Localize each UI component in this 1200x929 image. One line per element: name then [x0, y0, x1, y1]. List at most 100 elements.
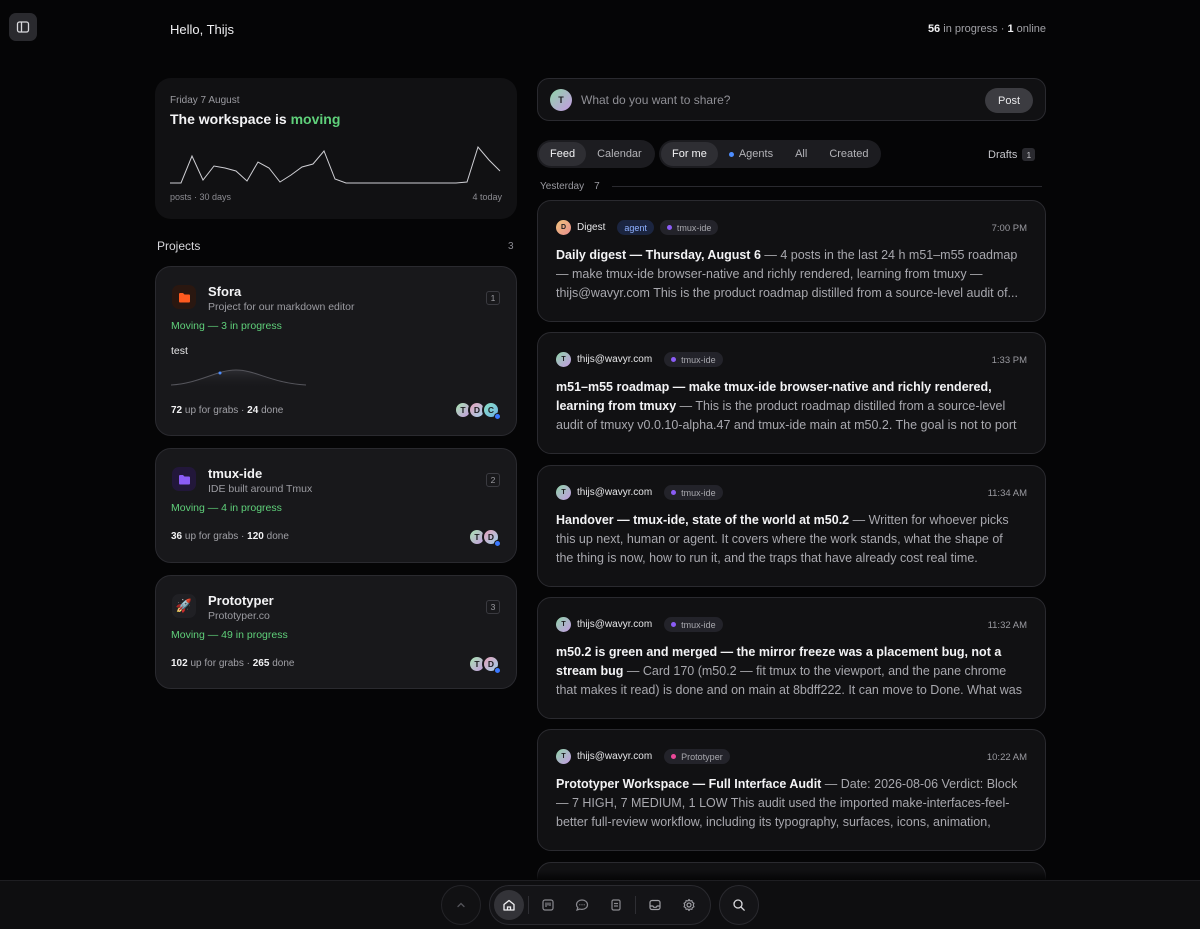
project-activity-curve: [171, 369, 306, 389]
avatar: T: [556, 485, 571, 500]
avatar: D: [482, 528, 501, 547]
project-tag[interactable]: tmux-ide: [664, 352, 723, 367]
feed-post[interactable]: T thijs@wavyr.com tmux-ide 11:32 AM m50.…: [537, 597, 1046, 719]
chevron-up-icon: [457, 902, 465, 908]
project-stats: 36 up for grabs · 120 done: [171, 531, 289, 542]
avatar: T: [556, 749, 571, 764]
project-members[interactable]: T D: [468, 655, 501, 674]
dock-inbox[interactable]: [640, 890, 670, 920]
filter-agents[interactable]: Agents: [718, 142, 784, 166]
project-name: Sfora: [208, 284, 242, 299]
project-tag[interactable]: Prototyper: [664, 749, 730, 764]
home-icon: [503, 899, 515, 911]
post-time: 7:00 PM: [991, 223, 1027, 234]
divider: [612, 186, 1042, 187]
avatar: T: [550, 89, 572, 111]
avatar: D: [482, 655, 501, 674]
greeting: Hello, Thijs: [170, 22, 235, 37]
project-note: test: [171, 345, 188, 357]
dock-board[interactable]: [533, 890, 563, 920]
post-time: 10:22 AM: [986, 752, 1027, 763]
post-composer[interactable]: T What do you want to share? Post: [537, 78, 1046, 121]
filter-for-me[interactable]: For me: [661, 142, 718, 166]
post-author: thijs@wavyr.com: [577, 487, 653, 498]
post-time: 1:33 PM: [991, 355, 1027, 366]
project-description: Prototyper.co: [208, 610, 270, 622]
projects-heading: Projects: [157, 239, 201, 253]
avatar: T: [556, 617, 571, 632]
project-status: Moving — 4 in progress: [171, 502, 282, 514]
avatar: T: [556, 352, 571, 367]
post-author: thijs@wavyr.com: [577, 354, 653, 365]
post-time: 11:34 AM: [987, 488, 1027, 499]
project-stats: 102 up for grabs · 265 done: [171, 658, 295, 669]
project-description: Project for our markdown editor: [208, 301, 355, 313]
dock-chat[interactable]: [567, 890, 597, 920]
view-switcher: Feed Calendar: [537, 140, 655, 168]
activity-card: Friday 7 August The workspace is moving …: [155, 78, 517, 219]
post-body: Prototyper Workspace — Full Interface Au…: [556, 777, 1018, 829]
project-tag[interactable]: tmux-ide: [659, 220, 719, 235]
search-icon: [733, 899, 745, 911]
activity-today: 4 today: [472, 192, 502, 202]
tab-feed[interactable]: Feed: [539, 142, 587, 166]
project-card-prototyper[interactable]: 🚀 Prototyper Prototyper.co 3 Moving — 49…: [155, 575, 517, 689]
feed-post[interactable]: T thijs@wavyr.com Prototyper 10:22 AM Pr…: [537, 729, 1046, 851]
project-tag[interactable]: tmux-ide: [664, 617, 723, 632]
share-input[interactable]: What do you want to share?: [581, 93, 730, 107]
agent-badge: agent: [617, 220, 654, 235]
post-author: thijs@wavyr.com: [577, 619, 653, 630]
project-index-badge: 3: [486, 600, 500, 614]
feed-post[interactable]: T thijs@wavyr.com tmux-ide 11:34 AM Hand…: [537, 465, 1046, 587]
project-members[interactable]: T D: [468, 528, 501, 547]
post-body: m51–m55 roadmap — make tmux-ide browser-…: [556, 380, 1017, 432]
scroll-up-button[interactable]: [441, 885, 481, 925]
divider: [528, 896, 529, 914]
divider: [635, 896, 636, 914]
drafts-button[interactable]: Drafts 1: [988, 148, 1036, 161]
project-description: IDE built around Tmux: [208, 483, 313, 495]
workspace-status: 56 in progress · 1 online: [927, 23, 1046, 35]
settings-icon: [683, 898, 695, 912]
sidebar-icon: [16, 21, 30, 33]
scope-filter: For me Agents All Created: [659, 140, 882, 168]
project-status: Moving — 49 in progress: [171, 629, 288, 641]
post-body: Handover — tmux-ide, state of the world …: [556, 513, 1009, 565]
project-card-tmux-ide[interactable]: tmux-ide IDE built around Tmux 2 Moving …: [155, 448, 517, 563]
dock-home[interactable]: [494, 890, 524, 920]
filter-created[interactable]: Created: [818, 142, 879, 166]
inbox-icon: [649, 899, 661, 911]
post-body: Daily digest — Thursday, August 6 — 4 po…: [556, 248, 1018, 300]
feed-post[interactable]: D Digest agent tmux-ide 7:00 PM Daily di…: [537, 200, 1046, 322]
projects-count: 3: [508, 241, 514, 252]
dock-notes[interactable]: [601, 890, 631, 920]
scroll-fade: [0, 870, 1200, 880]
project-dot-icon: [671, 622, 677, 627]
project-members[interactable]: T D C: [454, 401, 501, 420]
search-button[interactable]: [719, 885, 759, 925]
tab-calendar[interactable]: Calendar: [586, 142, 653, 166]
chat-icon: [575, 899, 589, 911]
project-dot-icon: [666, 225, 672, 230]
notes-icon: [611, 899, 621, 911]
activity-range: posts · 30 days: [170, 192, 232, 202]
folder-icon: [172, 285, 196, 309]
project-tag[interactable]: tmux-ide: [664, 485, 723, 500]
filter-all[interactable]: All: [784, 142, 818, 166]
online-indicator: [494, 413, 501, 420]
avatar: D: [556, 220, 571, 235]
post-author: Digest: [577, 222, 606, 233]
bottom-dock: [489, 885, 711, 925]
feed-post[interactable]: T thijs@wavyr.com tmux-ide 1:33 PM m51–m…: [537, 332, 1046, 454]
rocket-icon: 🚀: [172, 594, 196, 618]
drafts-count: 1: [1022, 148, 1036, 161]
project-index-badge: 2: [486, 473, 500, 487]
activity-date: Friday 7 August: [170, 95, 240, 106]
project-card-sfora[interactable]: Sfora Project for our markdown editor 1 …: [155, 266, 517, 436]
activity-sparkline: [170, 145, 501, 184]
project-dot-icon: [671, 490, 677, 495]
post-button[interactable]: Post: [985, 88, 1033, 113]
sidebar-toggle-button[interactable]: [9, 13, 37, 41]
activity-title: The workspace is moving: [170, 111, 341, 127]
dock-settings[interactable]: [674, 890, 704, 920]
